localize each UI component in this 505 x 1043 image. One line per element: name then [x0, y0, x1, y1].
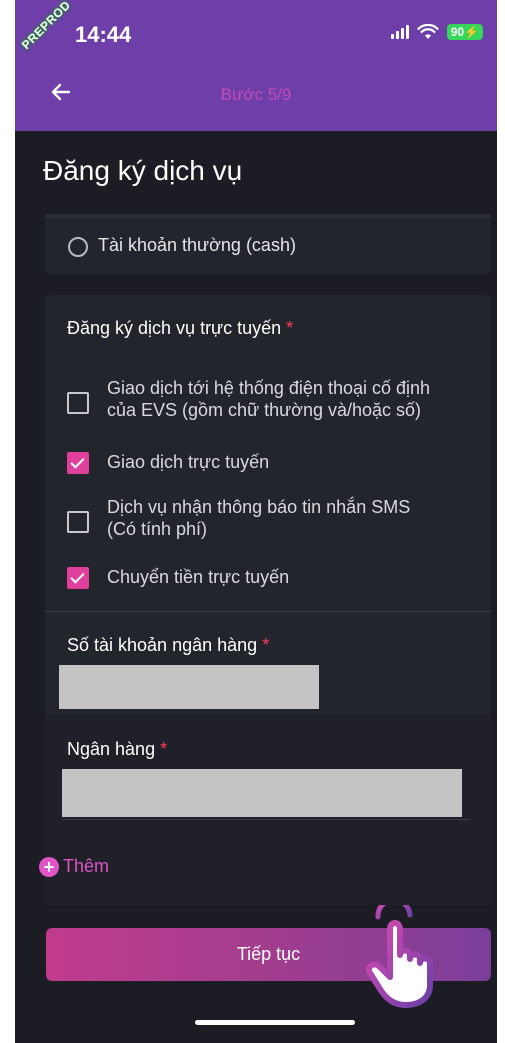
- online-services-label: Đăng ký dịch vụ trực tuyến: [67, 318, 282, 338]
- option-label-line2: của EVS (gồm chữ thường và/hoặc số): [107, 400, 422, 420]
- tap-hand-icon: [366, 905, 433, 1008]
- option-label: Giao dịch tới hệ thống điện thoại cố địn…: [107, 377, 430, 421]
- step-indicator: Bước 5/9: [220, 85, 292, 104]
- checkbox-option-sms[interactable]: Dịch vụ nhận thông báo tin nhắn SMS (Có …: [67, 496, 477, 542]
- online-services-card: Đăng ký dịch vụ trực tuyến * Giao dịch t…: [45, 295, 491, 905]
- required-mark: *: [262, 635, 270, 655]
- checkbox-checked[interactable]: [67, 567, 89, 589]
- cellular-signal-icon: [390, 25, 409, 39]
- battery-icon: 90⚡: [446, 24, 483, 40]
- continue-label: Tiếp tục: [236, 944, 301, 964]
- required-mark: *: [160, 739, 168, 759]
- app-screen: PREPROD 14:44 90⚡ Bước 5/9 Đăng ký dịch …: [15, 0, 497, 1043]
- header-bar: [15, 0, 497, 131]
- checkbox-option-online-trading[interactable]: Giao dịch trực tuyến: [67, 449, 477, 475]
- checkbox[interactable]: [67, 392, 89, 414]
- add-label: Thêm: [63, 856, 110, 876]
- checkbox[interactable]: [67, 511, 89, 533]
- bank-heading: Ngân hàng *: [67, 739, 167, 760]
- status-time: 14:44: [75, 22, 132, 47]
- plus-icon: +: [39, 856, 59, 877]
- battery-level: 90: [450, 25, 465, 39]
- online-services-heading: Đăng ký dịch vụ trực tuyến *: [67, 318, 293, 339]
- required-mark: *: [286, 318, 294, 338]
- bank-account-heading: Số tài khoản ngân hàng *: [67, 635, 269, 656]
- wifi-icon: [417, 24, 439, 39]
- radio-button[interactable]: [68, 237, 88, 257]
- bank-select-redacted[interactable]: [62, 769, 462, 817]
- option-label: Dịch vụ nhận thông báo tin nhắn SMS (Có …: [107, 496, 410, 540]
- option-label-line1: Giao dịch tới hệ thống điện thoại cố địn…: [107, 378, 431, 398]
- option-label: Giao dịch trực tuyến: [107, 452, 270, 472]
- checkbox-checked[interactable]: [67, 452, 89, 474]
- account-type-option[interactable]: Tài khoản thường (cash): [45, 218, 491, 274]
- option-label-line2: (Có tính phí): [107, 519, 208, 539]
- bank-group: Ngân hàng *: [45, 715, 491, 905]
- checkbox-option-transfer[interactable]: Chuyển tiền trực tuyến: [67, 564, 477, 590]
- option-label-line1: Dịch vụ nhận thông báo tin nhắn SMS: [107, 497, 411, 517]
- bank-label: Ngân hàng: [67, 739, 156, 759]
- bank-account-input-redacted[interactable]: [59, 665, 319, 709]
- section-divider: [45, 611, 491, 612]
- home-indicator: [195, 1020, 355, 1025]
- account-type-label: Tài khoản thường (cash): [98, 235, 296, 255]
- add-button[interactable]: + Thêm: [39, 856, 109, 877]
- option-label: Chuyển tiền trực tuyến: [107, 567, 290, 587]
- page-title: Đăng ký dịch vụ: [43, 155, 243, 186]
- checkbox-option-landline[interactable]: Giao dịch tới hệ thống điện thoại cố địn…: [67, 377, 477, 423]
- bank-underline: [62, 819, 470, 820]
- status-icons: 90⚡: [390, 24, 483, 40]
- bank-account-label: Số tài khoản ngân hàng: [67, 635, 258, 655]
